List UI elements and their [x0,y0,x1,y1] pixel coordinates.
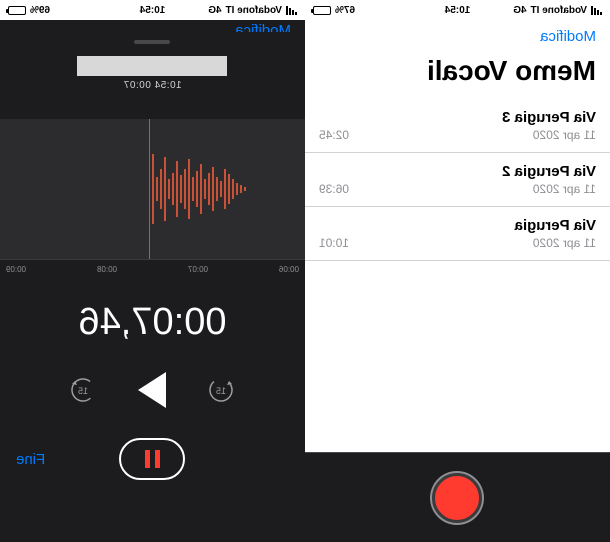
memo-list: Via Perugia 3 11 apr 2020 02:45 Via Peru… [305,99,610,261]
status-bar: Vodafone IT 4G 10:54 67% [305,0,610,20]
clock-label: 10:54 [140,5,166,16]
record-button[interactable] [433,473,483,523]
carrier-label: Vodafone IT [226,5,282,16]
skip-back-15-button[interactable]: 15 [207,375,237,405]
network-label: 4G [513,5,526,16]
list-screen: Vodafone IT 4G 10:54 67% Modifica Memo V… [305,0,610,542]
ruler-tick: 00:07 [188,265,208,274]
grabber-handle[interactable] [135,40,171,44]
memo-item[interactable]: Via Perugia 3 11 apr 2020 02:45 [305,99,610,153]
memo-date: 11 apr 2020 [533,236,596,250]
done-button[interactable]: Fine [16,451,45,468]
ruler-tick: 00:08 [97,265,117,274]
playhead-icon [149,119,150,259]
memo-duration: 10:01 [319,236,349,250]
time-ruler: 00:06 00:07 00:08 00:09 [0,259,305,279]
page-title: Memo Vocali [305,53,610,99]
memo-item[interactable]: Via Perugia 11 apr 2020 10:01 [305,207,610,261]
recording-title-redacted [78,56,228,76]
waveform[interactable] [0,119,305,259]
elapsed-timer: 00:07,46 [0,301,305,344]
signal-icon [591,6,602,15]
pause-button[interactable] [120,438,186,480]
memo-name: Via Perugia 3 [319,109,596,126]
recording-screen: Vodafone IT 4G 10:54 69% Modifica 10:54 … [0,0,305,542]
network-label: 4G [208,5,221,16]
recording-subtime: 10:54 00:07 [0,80,305,91]
play-button[interactable] [139,372,167,408]
memo-date: 11 apr 2020 [533,128,596,142]
memo-name: Via Perugia 2 [319,163,596,180]
ruler-tick: 00:06 [279,265,299,274]
clock-label: 10:54 [445,5,471,16]
recording-sheet: 10:54 00:07 [0,32,305,542]
battery-icon [313,6,331,15]
ruler-tick: 00:09 [6,265,26,274]
svg-text:15: 15 [78,386,88,396]
battery-percent: 67% [335,5,355,16]
carrier-label: Vodafone IT [531,5,587,16]
svg-text:15: 15 [216,386,226,396]
memo-duration: 02:45 [319,128,349,142]
record-bar [305,452,610,542]
battery-percent: 69% [30,5,50,16]
edit-button[interactable]: Modifica [305,20,610,53]
signal-icon [286,6,297,15]
skip-forward-15-button[interactable]: 15 [69,375,99,405]
memo-item[interactable]: Via Perugia 2 11 apr 2020 06:39 [305,153,610,207]
memo-date: 11 apr 2020 [533,182,596,196]
battery-icon [8,6,26,15]
transport-controls: 15 15 [0,372,305,408]
status-bar: Vodafone IT 4G 10:54 69% [0,0,305,20]
memo-duration: 06:39 [319,182,349,196]
waveform-icon [0,139,305,239]
memo-name: Via Perugia [319,217,596,234]
